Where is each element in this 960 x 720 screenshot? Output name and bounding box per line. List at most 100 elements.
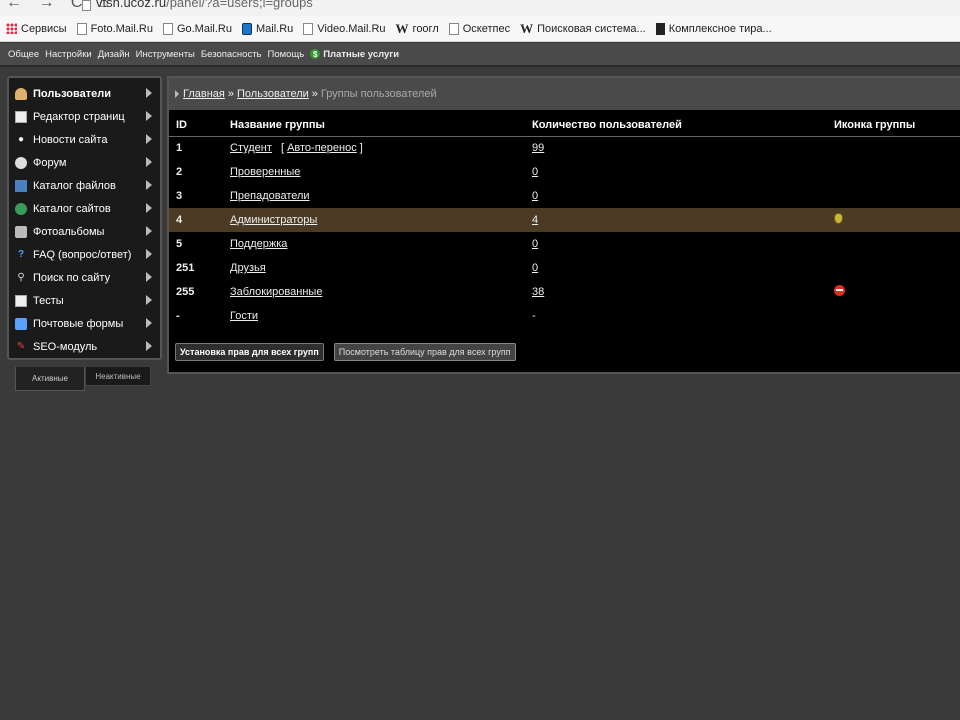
menu-general[interactable]: Общее bbox=[8, 49, 39, 60]
auto-transfer-bracket: [ Авто-перенос ] bbox=[280, 142, 363, 155]
book-icon bbox=[655, 22, 665, 35]
page-icon bbox=[448, 22, 459, 35]
group-count-link[interactable]: 0 bbox=[532, 190, 538, 202]
bookmark-services[interactable]: Сервисы bbox=[6, 23, 67, 35]
sidebar-item-site-catalog[interactable]: Каталог сайтов bbox=[9, 197, 160, 220]
table-row: 3 Препадователи 0 bbox=[169, 184, 960, 208]
group-icon-cell bbox=[828, 280, 960, 304]
group-count-cell: 0 bbox=[526, 184, 828, 208]
group-count-link[interactable]: 4 bbox=[532, 214, 538, 226]
group-count-link[interactable]: 99 bbox=[532, 142, 544, 154]
globe-icon bbox=[15, 202, 27, 215]
view-rights-table-button[interactable]: Посмотреть таблицу прав для всех групп bbox=[333, 343, 516, 361]
column-header-count: Количество пользователей bbox=[526, 114, 828, 137]
sidebar-item-seo[interactable]: ✎ SEO-модуль bbox=[9, 335, 160, 358]
main-panel: Главная » Пользователи » Группы пользова… bbox=[167, 76, 960, 374]
group-name-link[interactable]: Препадователи bbox=[230, 190, 310, 202]
group-name-link[interactable]: Проверенные bbox=[230, 166, 300, 178]
tab-inactive[interactable]: Неактивные bbox=[85, 367, 151, 386]
sidebar-item-users[interactable]: Пользователи bbox=[9, 82, 160, 105]
sidebar-item-news[interactable]: ● Новости сайта bbox=[9, 128, 160, 151]
sidebar: Пользователи Редактор страниц ● Новости с… bbox=[7, 76, 162, 360]
address-bar[interactable]: ← → C ⌂ vtsh.ucoz.ru/panel/?a=users;l=gr… bbox=[0, 0, 960, 16]
breadcrumb: Главная » Пользователи » Группы пользова… bbox=[169, 78, 960, 114]
group-count-link[interactable]: 38 bbox=[532, 286, 544, 298]
sidebar-item-mail-forms[interactable]: Почтовые формы bbox=[9, 312, 160, 335]
menu-paid-services[interactable]: $ Платные услуги bbox=[310, 49, 399, 60]
url-text[interactable]: vtsh.ucoz.ru/panel/?a=users;l=groups bbox=[96, 0, 313, 10]
tab-active[interactable]: Активные bbox=[15, 367, 85, 391]
page-icon bbox=[76, 22, 87, 35]
bookmark-oskets[interactable]: Оскетпес bbox=[448, 22, 510, 35]
set-rights-button[interactable]: Установка прав для всех групп bbox=[175, 343, 324, 361]
sidebar-item-site-search[interactable]: ⚲ Поиск по сайту bbox=[9, 266, 160, 289]
chevron-right-icon bbox=[146, 88, 152, 98]
table-row: 5 Поддержка 0 bbox=[169, 232, 960, 256]
dollar-icon: $ bbox=[310, 49, 321, 59]
group-name-cell: Гости bbox=[224, 304, 526, 328]
group-count-link[interactable]: 0 bbox=[532, 238, 538, 250]
group-name-link[interactable]: Заблокированные bbox=[230, 286, 322, 298]
group-count-cell: 0 bbox=[526, 232, 828, 256]
group-name-cell: Администраторы bbox=[224, 208, 526, 232]
group-name-cell: Проверенные bbox=[224, 160, 526, 184]
group-count-cell: 99 bbox=[526, 136, 828, 160]
group-name-link[interactable]: Друзья bbox=[230, 262, 266, 274]
mail-icon bbox=[241, 22, 252, 35]
action-bar: Установка прав для всех групп Посмотреть… bbox=[169, 338, 960, 366]
sidebar-item-faq[interactable]: ? FAQ (вопрос/ответ) bbox=[9, 243, 160, 266]
chevron-right-icon bbox=[146, 157, 152, 167]
column-header-icon: Иконка группы bbox=[828, 114, 960, 137]
group-name-link[interactable]: Администраторы bbox=[230, 214, 317, 226]
sidebar-item-page-editor[interactable]: Редактор страниц bbox=[9, 105, 160, 128]
group-name-cell: Заблокированные bbox=[224, 280, 526, 304]
group-name-link[interactable]: Гости bbox=[230, 310, 258, 322]
sidebar-item-tests[interactable]: Тесты bbox=[9, 289, 160, 312]
search-icon: ⚲ bbox=[17, 272, 25, 283]
group-icon-cell bbox=[828, 136, 960, 160]
bookmark-foto-mail[interactable]: Foto.Mail.Ru bbox=[76, 22, 153, 35]
bookmark-video-mail[interactable]: Video.Mail.Ru bbox=[303, 22, 386, 35]
group-name-cell: Поддержка bbox=[224, 232, 526, 256]
menu-tools[interactable]: Инструменты bbox=[136, 49, 195, 60]
panel-top-menu: Общее Настройки Дизайн Инструменты Безоп… bbox=[0, 43, 960, 67]
group-id: 251 bbox=[169, 256, 224, 280]
sidebar-item-forum[interactable]: Форум bbox=[9, 151, 160, 174]
group-id: 2 bbox=[169, 160, 224, 184]
group-name-link[interactable]: Поддержка bbox=[230, 238, 287, 250]
bookmark-complex[interactable]: Комплексное тира... bbox=[655, 22, 772, 35]
bookmark-google[interactable]: Wгоогл bbox=[396, 21, 439, 37]
w-icon: W bbox=[395, 20, 409, 36]
page-icon bbox=[15, 294, 27, 307]
group-name-link[interactable]: Студент bbox=[230, 142, 272, 154]
group-id: 255 bbox=[169, 280, 224, 304]
group-name-cell: Препадователи bbox=[224, 184, 526, 208]
breadcrumb-separator: » bbox=[311, 88, 318, 100]
breadcrumb-home[interactable]: Главная bbox=[183, 88, 225, 100]
bookmark-go-mail[interactable]: Go.Mail.Ru bbox=[162, 22, 232, 35]
menu-help[interactable]: Помощь bbox=[268, 49, 305, 60]
auto-transfer-link[interactable]: Авто-перенос bbox=[287, 142, 357, 154]
group-count-link[interactable]: 0 bbox=[532, 166, 538, 178]
table-row: - Гости - bbox=[169, 304, 960, 328]
chevron-right-icon bbox=[146, 134, 152, 144]
menu-security[interactable]: Безопасность bbox=[201, 49, 262, 60]
bookmark-search-system[interactable]: W Поисковая система... bbox=[520, 21, 646, 37]
group-id: 4 bbox=[169, 208, 224, 232]
sidebar-item-file-catalog[interactable]: Каталог файлов bbox=[9, 174, 160, 197]
group-count-link[interactable]: 0 bbox=[532, 262, 538, 274]
group-count-cell: 0 bbox=[526, 256, 828, 280]
breadcrumb-users[interactable]: Пользователи bbox=[237, 88, 309, 100]
menu-design[interactable]: Дизайн bbox=[98, 49, 130, 60]
chevron-right-icon bbox=[146, 341, 152, 351]
breadcrumb-separator: » bbox=[227, 88, 234, 100]
mail-icon bbox=[15, 317, 27, 330]
page-icon bbox=[303, 22, 314, 35]
menu-settings[interactable]: Настройки bbox=[45, 49, 92, 60]
group-count-cell: 4 bbox=[526, 208, 828, 232]
table-row: 2 Проверенные 0 bbox=[169, 160, 960, 184]
bookmark-mail[interactable]: Mail.Ru bbox=[241, 22, 293, 35]
group-icon-cell bbox=[828, 208, 960, 232]
sidebar-item-photo-albums[interactable]: Фотоальбомы bbox=[9, 220, 160, 243]
bulb-icon: ● bbox=[17, 134, 25, 145]
